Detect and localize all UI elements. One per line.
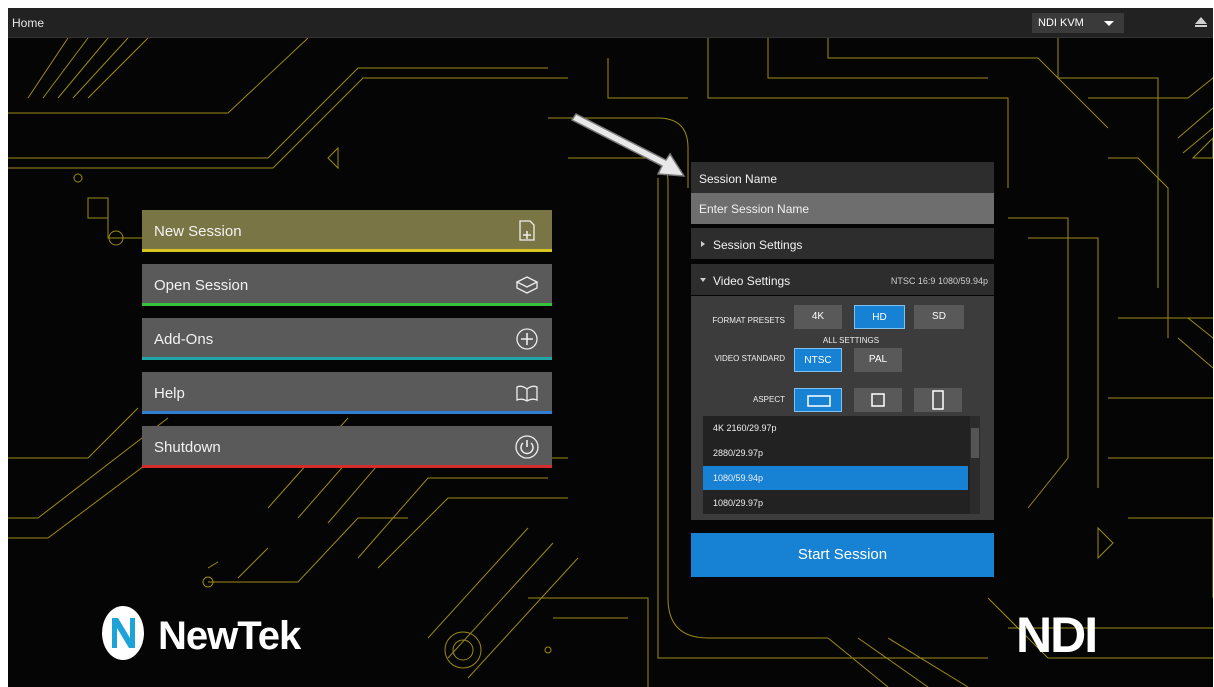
aspect-16-9-button[interactable] (794, 388, 842, 412)
video-settings-toggle[interactable]: Video Settings NTSC 16:9 1080/59.94p (691, 264, 994, 295)
resolution-scrollbar[interactable] (970, 416, 980, 514)
pointer-arrow-icon (570, 113, 686, 177)
video-standard-label: VIDEO STANDARD (714, 354, 785, 363)
chevron-down-icon (700, 278, 706, 282)
power-icon (515, 435, 539, 459)
kvm-dropdown-label: NDI KVM (1038, 17, 1084, 29)
open-session-button[interactable]: Open Session (142, 264, 552, 306)
resolution-item-selected[interactable]: 1080/59.94p (703, 466, 968, 490)
session-name-header: Session Name (691, 162, 994, 193)
app-window: Home NDI KVM New Session Open Session Ad… (8, 8, 1213, 687)
shutdown-label: Shutdown (154, 439, 221, 456)
new-session-button[interactable]: New Session (142, 210, 552, 252)
open-box-icon (515, 276, 539, 294)
open-session-accent (142, 303, 552, 306)
add-ons-label: Add-Ons (154, 331, 214, 348)
video-settings-body: FORMAT PRESETS 4K HD SD ALL SETTINGS VID… (691, 296, 994, 520)
add-ons-button[interactable]: Add-Ons (142, 318, 552, 360)
resolution-item[interactable]: 1080/29.97p (703, 491, 968, 514)
shutdown-button[interactable]: Shutdown (142, 426, 552, 468)
resolution-item[interactable]: 4K 2160/29.97p (703, 416, 968, 440)
chevron-down-icon (1104, 21, 1114, 26)
preset-sd-button[interactable]: SD (914, 305, 964, 329)
session-name-label: Session Name (699, 172, 778, 186)
chevron-right-icon (701, 241, 705, 247)
new-session-accent (142, 249, 552, 252)
open-session-label: Open Session (154, 277, 249, 294)
format-presets-label: FORMAT PRESETS (712, 316, 785, 325)
resolution-item[interactable]: 2880/29.97p (703, 441, 968, 465)
ndi-logo-text: NDI (1016, 607, 1098, 663)
newtek-logo-icon (102, 606, 144, 660)
aspect-4-3-button[interactable] (854, 388, 902, 412)
eject-icon[interactable] (1194, 15, 1208, 29)
portrait-icon (932, 390, 944, 410)
session-settings-toggle[interactable]: Session Settings (691, 228, 994, 259)
start-session-button[interactable]: Start Session (691, 533, 994, 577)
all-settings-label: ALL SETTINGS (822, 336, 880, 345)
session-name-input[interactable] (691, 193, 994, 224)
standard-pal-button[interactable]: PAL (854, 348, 902, 372)
plus-circle-icon (516, 328, 538, 350)
new-session-label: New Session (154, 223, 242, 240)
new-document-icon (519, 220, 535, 241)
video-settings-label: Video Settings (713, 274, 791, 288)
help-accent (142, 411, 552, 414)
aspect-label: ASPECT (752, 395, 785, 404)
home-label[interactable]: Home (12, 16, 44, 30)
preset-hd-button[interactable]: HD (854, 305, 905, 329)
widescreen-icon (807, 395, 831, 407)
standard-ntsc-button[interactable]: NTSC (794, 348, 842, 372)
book-icon (516, 385, 538, 402)
aspect-portrait-button[interactable] (914, 388, 962, 412)
kvm-dropdown[interactable]: NDI KVM (1032, 13, 1124, 33)
square-icon (871, 393, 885, 407)
preset-4k-button[interactable]: 4K (794, 305, 842, 329)
help-button[interactable]: Help (142, 372, 552, 414)
video-settings-summary: NTSC 16:9 1080/59.94p (890, 276, 988, 286)
title-bar: Home NDI KVM (8, 8, 1213, 38)
newtek-logo-text: NewTek (158, 614, 301, 658)
resolution-list[interactable]: 4K 2160/29.97p 2880/29.97p 1080/59.94p 1… (703, 416, 980, 514)
shutdown-accent (142, 465, 552, 468)
scrollbar-thumb[interactable] (971, 428, 979, 458)
session-settings-label: Session Settings (713, 238, 803, 252)
add-ons-accent (142, 357, 552, 360)
help-label: Help (154, 385, 185, 402)
